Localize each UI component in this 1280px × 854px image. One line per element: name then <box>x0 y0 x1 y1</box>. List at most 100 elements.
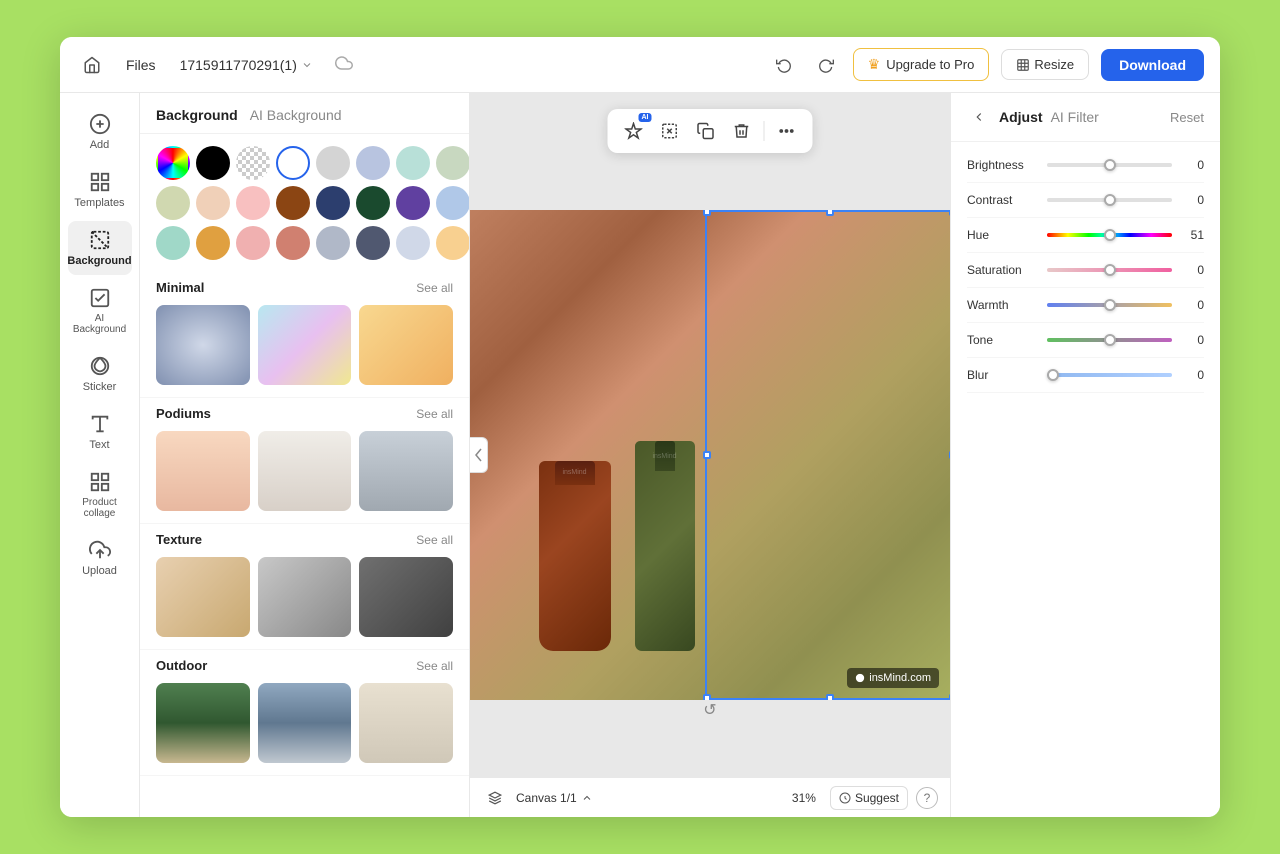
swatch-peach[interactable] <box>196 186 230 220</box>
plus-icon <box>89 113 111 135</box>
brightness-value: 0 <box>1180 158 1204 172</box>
home-button[interactable] <box>76 49 108 81</box>
swatch-steelblue[interactable] <box>316 226 350 260</box>
swatch-terracotta[interactable] <box>276 226 310 260</box>
page-indicator[interactable]: Canvas 1/1 <box>516 791 593 805</box>
layers-button[interactable] <box>482 787 508 809</box>
thumbnail-podium-2[interactable] <box>258 431 352 511</box>
contrast-label: Contrast <box>967 193 1039 207</box>
swatch-navy[interactable] <box>316 186 350 220</box>
swatch-pink[interactable] <box>236 186 270 220</box>
sidebar-item-add[interactable]: Add <box>68 105 132 159</box>
sidebar-item-sticker[interactable]: Sticker <box>68 347 132 401</box>
sidebar-item-templates[interactable]: Templates <box>68 163 132 217</box>
thumbnail-outdoor-3[interactable] <box>359 683 453 763</box>
thumbnail-podium-1[interactable] <box>156 431 250 511</box>
panel-tab-background[interactable]: Background <box>156 107 238 123</box>
icon-sidebar: Add Templates Background AI Background S… <box>60 93 140 817</box>
resize-button[interactable]: Resize <box>1001 49 1089 80</box>
swatch-mint[interactable] <box>396 146 430 180</box>
warmth-label: Warmth <box>967 298 1039 312</box>
section-outdoor-see-all[interactable]: See all <box>416 659 453 673</box>
panel-collapse-button[interactable] <box>470 437 488 473</box>
thumbnail-minimal-3[interactable] <box>359 305 453 385</box>
swatch-white[interactable] <box>276 146 310 180</box>
sidebar-item-background[interactable]: Background <box>68 221 132 275</box>
section-podiums: Podiums See all <box>140 398 469 524</box>
undo-button[interactable] <box>769 50 799 80</box>
saturation-row: Saturation 0 <box>967 253 1204 288</box>
thumbnail-minimal-2[interactable] <box>258 305 352 385</box>
swatch-brown[interactable] <box>276 186 310 220</box>
swatch-lightgray[interactable] <box>316 146 350 180</box>
swatch-periwinkle[interactable] <box>396 226 430 260</box>
panel-tab-ai-background[interactable]: AI Background <box>250 107 342 123</box>
more-button[interactable] <box>771 115 803 147</box>
brightness-slider[interactable] <box>1047 163 1172 167</box>
warmth-slider[interactable] <box>1047 303 1172 307</box>
swatch-transparent[interactable] <box>236 146 270 180</box>
thumbnail-minimal-1[interactable] <box>156 305 250 385</box>
download-button[interactable]: Download <box>1101 49 1204 81</box>
panel-tab-adjust[interactable]: Adjust <box>999 109 1043 125</box>
upgrade-button[interactable]: ♛ Upgrade to Pro <box>853 48 990 81</box>
thumbnail-texture-2[interactable] <box>258 557 352 637</box>
blur-slider[interactable] <box>1047 373 1172 377</box>
text-icon <box>89 413 111 435</box>
swatch-butter[interactable] <box>436 226 470 260</box>
filename-button[interactable]: 1715911770291(1) <box>174 53 319 77</box>
hue-value: 51 <box>1180 228 1204 242</box>
saturation-slider-wrap <box>1047 261 1172 279</box>
rotate-handle[interactable]: ↺ <box>703 700 716 720</box>
section-outdoor-title: Outdoor <box>156 658 207 673</box>
saturation-slider[interactable] <box>1047 268 1172 272</box>
section-minimal-header: Minimal See all <box>156 280 453 295</box>
contrast-slider[interactable] <box>1047 198 1172 202</box>
canvas-wrapper[interactable]: insMind insMind <box>470 210 950 700</box>
thumbnail-podium-3[interactable] <box>359 431 453 511</box>
zoom-level[interactable]: 31% <box>786 788 822 808</box>
sidebar-item-upload[interactable]: Upload <box>68 531 132 585</box>
sidebar-item-ai-background[interactable]: AI Background <box>68 279 132 343</box>
section-minimal-see-all[interactable]: See all <box>416 281 453 295</box>
section-podiums-see-all[interactable]: See all <box>416 407 453 421</box>
thumbnail-outdoor-1[interactable] <box>156 683 250 763</box>
tone-slider[interactable] <box>1047 338 1172 342</box>
swatch-orange[interactable] <box>196 226 230 260</box>
section-texture-see-all[interactable]: See all <box>416 533 453 547</box>
warmth-value: 0 <box>1180 298 1204 312</box>
swatch-rainbow[interactable] <box>156 146 190 180</box>
help-button[interactable]: ? <box>916 787 938 809</box>
hue-row: Hue 51 <box>967 218 1204 253</box>
thumbnail-texture-1[interactable] <box>156 557 250 637</box>
sidebar-item-product-collage[interactable]: Product collage <box>68 463 132 527</box>
swatch-beige[interactable] <box>156 186 190 220</box>
swatch-slate[interactable] <box>356 226 390 260</box>
swatch-purple[interactable] <box>396 186 430 220</box>
thumbnail-texture-3[interactable] <box>359 557 453 637</box>
panel-tab-ai-filter[interactable]: AI Filter <box>1051 109 1099 125</box>
delete-button[interactable] <box>726 115 758 147</box>
hue-slider[interactable] <box>1047 233 1172 237</box>
suggest-button[interactable]: Suggest <box>830 786 908 810</box>
reset-button[interactable]: Reset <box>1170 110 1204 125</box>
smart-select-button[interactable] <box>654 115 686 147</box>
duplicate-button[interactable] <box>690 115 722 147</box>
more-icon <box>778 122 796 140</box>
chevron-left-icon <box>972 110 986 124</box>
swatch-black[interactable] <box>196 146 230 180</box>
swatch-forest[interactable] <box>356 186 390 220</box>
redo-button[interactable] <box>811 50 841 80</box>
swatch-teal-light[interactable] <box>156 226 190 260</box>
swatch-sage[interactable] <box>436 146 470 180</box>
swatch-salmon[interactable] <box>236 226 270 260</box>
sidebar-item-text[interactable]: Text <box>68 405 132 459</box>
back-button[interactable] <box>967 105 991 129</box>
brightness-slider-wrap <box>1047 156 1172 174</box>
thumbnail-outdoor-2[interactable] <box>258 683 352 763</box>
watermark: insMind.com <box>847 668 939 688</box>
swatch-sky[interactable] <box>436 186 470 220</box>
swatch-lavender[interactable] <box>356 146 390 180</box>
files-button[interactable]: Files <box>120 53 162 77</box>
ai-remove-bg-button[interactable]: AI <box>618 115 650 147</box>
